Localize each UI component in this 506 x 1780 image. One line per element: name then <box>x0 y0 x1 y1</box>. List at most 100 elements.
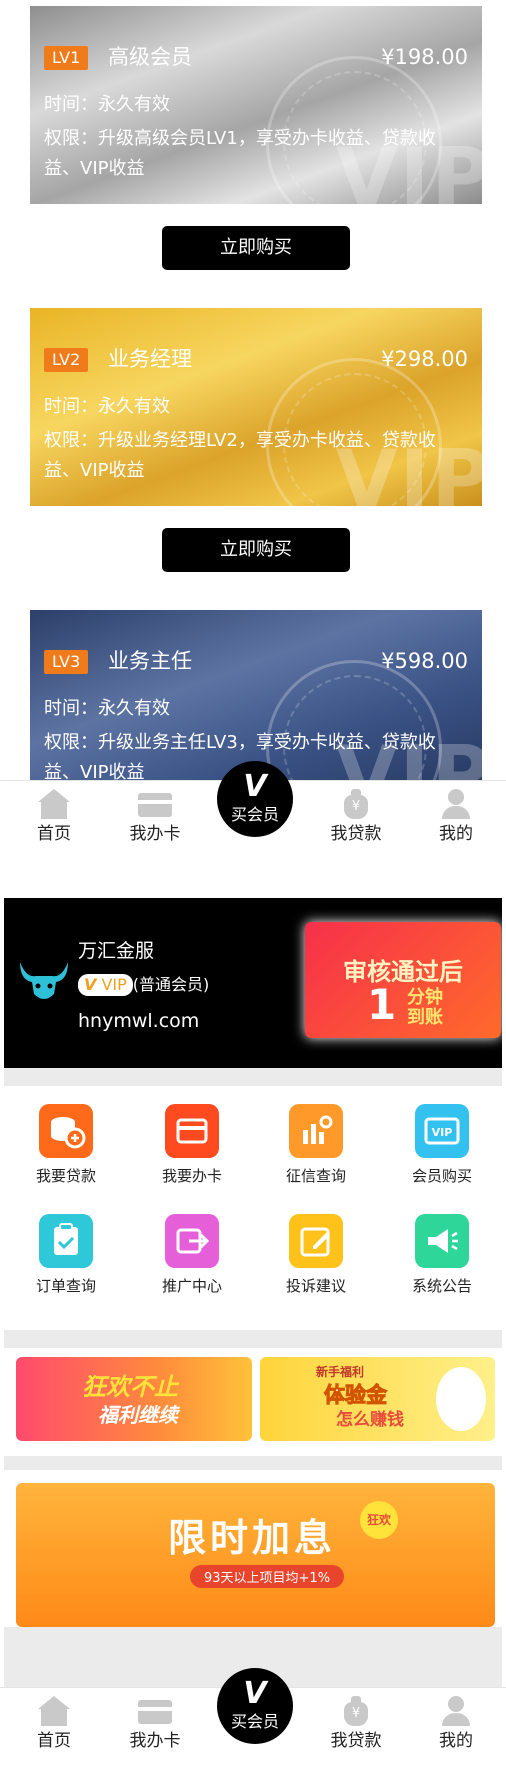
grid-item-announcement[interactable]: 系统公告 <box>392 1214 492 1296</box>
tab-home[interactable]: 首页 <box>14 1696 94 1752</box>
carnival-promo-banner[interactable]: 狂欢不止 福利继续 <box>16 1357 252 1441</box>
grid-label: 征信查询 <box>285 1167 346 1185</box>
buy-membership-button[interactable]: V 买会员 <box>217 761 293 837</box>
grid-label: 会员购买 <box>411 1167 472 1185</box>
credit-report-icon <box>289 1104 343 1158</box>
member-level: (普通会员) <box>132 975 210 994</box>
promo-subtitle: 怎么赚钱 <box>336 1410 404 1430</box>
card-time: 时间：永久有效 <box>44 396 170 417</box>
promo-subtitle: 福利继续 <box>98 1403 178 1427</box>
grid-item-vip-purchase[interactable]: VIP 会员购买 <box>392 1104 492 1186</box>
tab-home[interactable]: 首页 <box>14 789 94 845</box>
v-logo-icon: V <box>243 769 267 804</box>
promo-tag: 新手福利 <box>316 1365 365 1379</box>
vip-badge: V VIP <box>78 974 133 996</box>
tab-label: 买会员 <box>230 1712 279 1731</box>
card-name: 高级会员 <box>108 45 192 69</box>
money-bag-icon: ¥ <box>339 789 373 819</box>
section-divider <box>4 1330 502 1348</box>
grid-label: 我要办卡 <box>161 1167 222 1185</box>
tab-card[interactable]: 我办卡 <box>115 789 195 845</box>
svg-text:VIP: VIP <box>432 1126 453 1139</box>
user-icon <box>439 789 473 819</box>
tab-loan[interactable]: ¥ 我贷款 <box>316 789 396 845</box>
grid-label: 推广中心 <box>161 1277 222 1295</box>
card-icon <box>138 789 172 819</box>
bull-logo-icon <box>16 958 72 1006</box>
edit-icon <box>289 1214 343 1268</box>
vip-badge-label: VIP <box>101 975 127 994</box>
grid-item-card[interactable]: 我要办卡 <box>142 1104 242 1186</box>
company-name: 万汇金服 <box>78 940 155 962</box>
home-icon <box>37 789 71 819</box>
tab-label: 我贷款 <box>330 1731 382 1751</box>
card-price: ¥598.00 <box>381 649 468 673</box>
banner-number: 1 <box>367 980 397 1029</box>
tab-mine[interactable]: 我的 <box>416 789 496 845</box>
user-icon <box>439 1696 473 1726</box>
tab-card[interactable]: 我办卡 <box>115 1696 195 1752</box>
tab-label: 我贷款 <box>330 824 382 844</box>
section-divider <box>4 1456 502 1470</box>
coin-stack-icon <box>39 1104 93 1158</box>
level-badge: LV2 <box>44 348 89 372</box>
tab-label: 我的 <box>439 1731 473 1751</box>
grid-item-feedback[interactable]: 投诉建议 <box>266 1214 366 1296</box>
tab-label: 首页 <box>37 824 71 844</box>
promo-title: 限时加息 <box>168 1516 337 1560</box>
membership-card-lv3: VIP LV3 业务主任 ¥598.00 时间：永久有效 权限：升级业务主任LV… <box>30 610 482 782</box>
buy-membership-button[interactable]: V 买会员 <box>217 1668 293 1744</box>
interest-boost-promo-banner[interactable]: 限时加息 狂欢 93天以上项目均+1% <box>16 1483 495 1627</box>
tab-label: 买会员 <box>230 805 279 824</box>
card-time: 时间：永久有效 <box>44 698 170 719</box>
v-logo-icon: V <box>243 1676 267 1711</box>
card-permission: 权限：升级高级会员LV1，享受办卡收益、贷款收益、VIP收益 <box>44 128 436 179</box>
tab-label: 我办卡 <box>129 1731 181 1751</box>
grid-label: 我要贷款 <box>35 1167 96 1185</box>
trial-fund-promo-banner[interactable]: 新手福利 体验金 怎么赚钱 <box>260 1357 495 1441</box>
tab-label: 我办卡 <box>129 824 181 844</box>
site-domain: hnymwl.com <box>78 1010 200 1032</box>
banner-headline: 审核通过后 <box>343 958 463 986</box>
quick-approval-banner[interactable]: 审核通过后 1 分钟到账 <box>305 922 501 1038</box>
tab-label: 我的 <box>439 824 473 844</box>
card-name: 业务经理 <box>108 347 192 371</box>
share-icon <box>165 1214 219 1268</box>
grid-item-loan[interactable]: 我要贷款 <box>16 1104 116 1186</box>
tab-loan[interactable]: ¥ 我贷款 <box>316 1696 396 1752</box>
bottom-tab-bar: 首页 我办卡 V 买会员 ¥ 我贷款 我的 <box>0 1668 506 1780</box>
vip-icon: VIP <box>415 1104 469 1158</box>
buy-now-button-lv2[interactable]: 立即购买 <box>162 528 350 572</box>
member-status: V VIP (普通会员) <box>78 974 209 996</box>
grid-label: 系统公告 <box>411 1277 472 1295</box>
grid-item-credit-report[interactable]: 征信查询 <box>266 1104 366 1186</box>
card-price: ¥198.00 <box>381 45 468 69</box>
tab-mine[interactable]: 我的 <box>416 1696 496 1752</box>
credit-card-icon <box>165 1104 219 1158</box>
banner-unit: 分钟到账 <box>407 987 443 1028</box>
level-badge: LV1 <box>44 46 89 70</box>
grid-label: 投诉建议 <box>285 1277 346 1295</box>
card-name: 业务主任 <box>108 649 192 673</box>
vip-v-icon: V <box>84 975 97 994</box>
membership-card-lv1: VIP LV1 高级会员 ¥198.00 时间：永久有效 权限：升级高级会员LV… <box>30 6 482 204</box>
grid-item-orders[interactable]: 订单查询 <box>16 1214 116 1296</box>
promo-note: 93天以上项目均+1% <box>190 1565 345 1588</box>
grid-label: 订单查询 <box>35 1277 96 1295</box>
level-badge: LV3 <box>44 650 89 674</box>
card-price: ¥298.00 <box>381 347 468 371</box>
bottom-tab-bar: 首页 我办卡 V 买会员 ¥ 我贷款 我的 <box>0 761 506 873</box>
money-bag-icon: ¥ <box>339 1696 373 1726</box>
grid-item-promotion[interactable]: 推广中心 <box>142 1214 242 1296</box>
section-divider <box>4 1068 502 1086</box>
profile-header: 万汇金服 V VIP (普通会员) hnymwl.com 审核通过后 1 分钟到账 <box>4 898 502 1068</box>
home-icon <box>37 1696 71 1726</box>
card-permission: 权限：升级业务经理LV2，享受办卡收益、贷款收益、VIP收益 <box>44 430 436 481</box>
card-time: 时间：永久有效 <box>44 94 170 115</box>
membership-card-lv2: VIP LV2 业务经理 ¥298.00 时间：永久有效 权限：升级业务经理LV… <box>30 308 482 506</box>
tab-label: 首页 <box>37 1731 71 1751</box>
promo-title: 狂欢不止 <box>82 1373 178 1401</box>
megaphone-icon <box>415 1214 469 1268</box>
buy-now-button-lv1[interactable]: 立即购买 <box>162 226 350 270</box>
carnival-badge: 狂欢 <box>360 1501 398 1539</box>
